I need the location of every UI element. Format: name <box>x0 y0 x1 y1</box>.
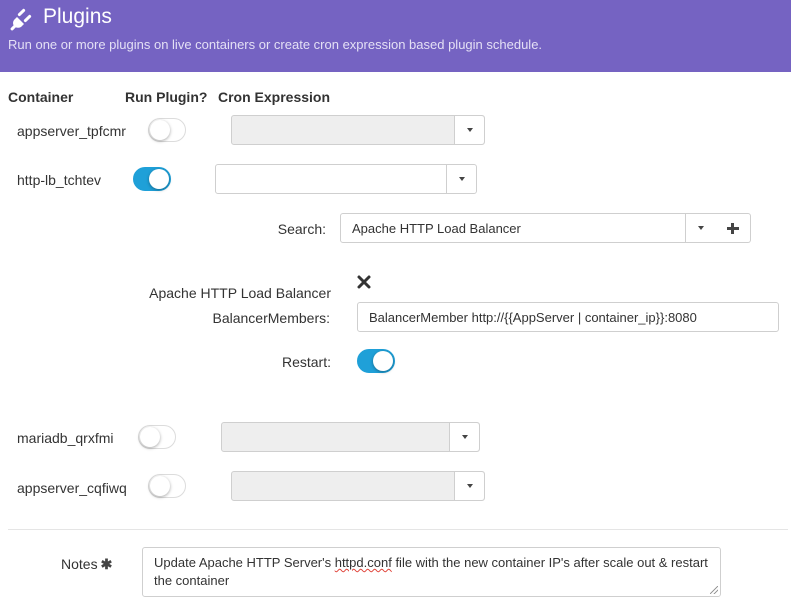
run-plugin-toggle-appserver-cqfiwq[interactable] <box>148 474 186 498</box>
notes-label: Notes ✱ <box>61 556 112 573</box>
resize-handle[interactable] <box>710 586 718 594</box>
toggle-knob <box>373 351 393 371</box>
chevron-down-icon <box>449 423 479 451</box>
chevron-down-icon <box>446 165 476 193</box>
section-divider <box>8 529 788 530</box>
chevron-down-icon <box>454 116 484 144</box>
close-icon[interactable] <box>356 274 372 290</box>
column-header-container: Container <box>8 89 74 105</box>
plus-icon[interactable] <box>715 213 751 243</box>
notes-label-text: Notes <box>61 556 98 572</box>
toggle-knob <box>149 169 169 189</box>
toggle-knob <box>150 476 170 496</box>
container-name-mariadb-qrxfmi: mariadb_qrxfmi <box>17 430 114 446</box>
restart-toggle[interactable] <box>357 349 395 373</box>
plug-icon <box>10 8 32 31</box>
notes-textarea[interactable]: Update Apache HTTP Server's httpd.conf f… <box>142 547 721 597</box>
page-title: Plugins <box>43 5 112 28</box>
run-plugin-toggle-mariadb-qrxfmi[interactable] <box>138 425 176 449</box>
search-label: Search: <box>277 221 326 237</box>
toggle-knob <box>150 120 170 140</box>
notes-text-start: Update Apache HTTP Server's <box>154 555 335 570</box>
page-header: Plugins Run one or more plugins on live … <box>0 0 791 72</box>
restart-label: Restart: <box>281 354 331 370</box>
balancer-members-input[interactable] <box>357 302 779 332</box>
cron-select-appserver-cqfiwq[interactable] <box>231 471 485 501</box>
plugin-name-label: Apache HTTP Load Balancer <box>149 285 331 301</box>
container-name-appserver-cqfiwq: appserver_cqfiwq <box>17 480 127 496</box>
chevron-down-icon <box>685 214 715 242</box>
plugin-search-value: Apache HTTP Load Balancer <box>352 221 521 236</box>
plugin-search-select[interactable]: Apache HTTP Load Balancer <box>340 213 716 243</box>
cron-select-mariadb-qrxfmi[interactable] <box>221 422 480 452</box>
run-plugin-toggle-appserver-tpfcmr[interactable] <box>148 118 186 142</box>
toggle-knob <box>140 427 160 447</box>
column-header-cron-expression: Cron Expression <box>218 89 331 105</box>
cron-select-appserver-tpfcmr[interactable] <box>231 115 485 145</box>
container-name-http-lb-tchtev: http-lb_tchtev <box>17 172 102 188</box>
notes-text-misspelled: httpd.conf <box>334 555 392 570</box>
balancer-members-label: BalancerMembers: <box>212 310 331 326</box>
cron-select-http-lb-tchtev[interactable] <box>215 164 477 194</box>
chevron-down-icon <box>454 472 484 500</box>
run-plugin-toggle-http-lb-tchtev[interactable] <box>133 167 171 191</box>
container-name-appserver-tpfcmr: appserver_tpfcmr <box>17 123 126 139</box>
page-subtitle: Run one or more plugins on live containe… <box>8 37 543 52</box>
asterisk-icon: ✱ <box>100 556 113 572</box>
column-header-run-plugin: Run Plugin? <box>125 89 208 105</box>
